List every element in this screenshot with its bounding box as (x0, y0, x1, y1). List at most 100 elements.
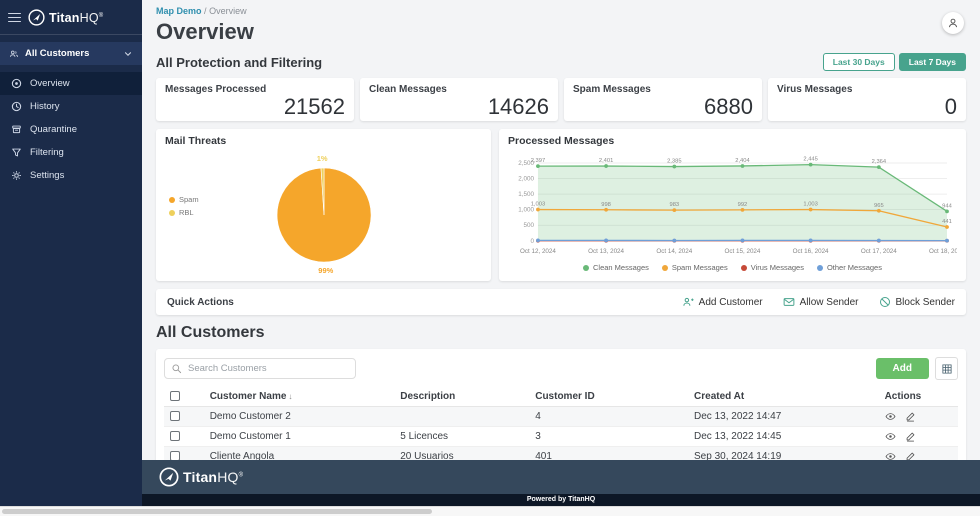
svg-text:965: 965 (874, 203, 884, 209)
hamburger-menu-icon[interactable] (8, 10, 21, 24)
svg-text:Oct 17, 2024: Oct 17, 2024 (861, 248, 897, 255)
customers-section-title: All Customers (156, 324, 966, 342)
processed-messages-card: Processed Messages 05001,0001,5002,0002,… (499, 129, 966, 281)
description-cell: 20 Usuarios (394, 447, 529, 460)
sidebar-divider (0, 34, 142, 35)
column-header-customer-id[interactable]: Customer ID (529, 387, 688, 407)
sidebar-item-filtering[interactable]: Filtering (0, 141, 142, 164)
edit-row-button[interactable] (905, 451, 916, 460)
quick-actions-bar: Quick Actions Add CustomerAllow SenderBl… (156, 289, 966, 315)
table-row[interactable]: Demo Customer 24Dec 13, 2022 14:47 (164, 407, 958, 427)
quick-action-label: Add Customer (699, 297, 763, 308)
quick-action-label: Block Sender (896, 297, 955, 308)
sidebar-item-settings[interactable]: Settings (0, 164, 142, 187)
date-range-buttons: Last 30 DaysLast 7 Days (823, 53, 966, 71)
select-all-checkbox[interactable] (170, 391, 180, 401)
view-row-button[interactable] (885, 451, 896, 460)
edit-row-button[interactable] (905, 431, 916, 442)
powered-by-bar: Powered by TitanHQ (142, 494, 980, 506)
search-customers-input[interactable] (164, 358, 356, 379)
horizontal-scrollbar[interactable] (0, 506, 980, 516)
table-row[interactable]: Cliente Angola20 Usuarios401Sep 30, 2024… (164, 447, 958, 460)
stats-row: Messages Processed21562Clean Messages146… (156, 78, 966, 121)
sidebar-item-overview[interactable]: Overview (0, 72, 142, 95)
svg-text:Oct 12, 2024: Oct 12, 2024 (520, 248, 556, 255)
customer-name-cell: Cliente Angola (204, 447, 395, 460)
svg-text:992: 992 (738, 202, 748, 208)
pie-legend-item-rbl: RBL (169, 208, 199, 217)
line-legend-item-spam-messages: Spam Messages (662, 263, 728, 273)
view-row-button[interactable] (885, 411, 896, 422)
svg-text:998: 998 (601, 202, 611, 208)
customer-name-cell: Demo Customer 2 (204, 407, 395, 427)
sidebar-item-history[interactable]: History (0, 95, 142, 118)
user-avatar[interactable] (942, 12, 964, 34)
pie-legend-item-spam: Spam (169, 195, 199, 204)
stat-card-messages-processed: Messages Processed21562 (156, 78, 354, 121)
row-actions (885, 411, 952, 422)
quick-action-block-sender[interactable]: Block Sender (879, 296, 955, 308)
customers-dropdown[interactable]: All Customers (0, 42, 142, 65)
page-content: Map Demo / Overview Overview All Protect… (142, 0, 980, 460)
footer-titanhq-logo: TitanHQ® (159, 467, 243, 487)
row-checkbox[interactable] (170, 431, 180, 441)
column-header-actions[interactable]: Actions (879, 387, 958, 407)
grid-view-button[interactable] (935, 357, 958, 380)
row-checkbox[interactable] (170, 451, 180, 460)
sidebar-item-label: Overview (30, 78, 70, 89)
sidebar-item-quarantine[interactable]: Quarantine (0, 118, 142, 141)
customer-id-cell: 4 (529, 407, 688, 427)
row-checkbox[interactable] (170, 411, 180, 421)
search-icon (171, 363, 182, 374)
stat-value: 14626 (369, 95, 549, 118)
svg-text:500: 500 (523, 222, 534, 229)
range-button-last-30-days[interactable]: Last 30 Days (823, 53, 895, 71)
add-customer-button[interactable]: Add (876, 358, 929, 379)
column-header-description[interactable]: Description (394, 387, 529, 407)
created-at-cell: Sep 30, 2024 14:19 (688, 447, 879, 460)
quick-action-allow-sender[interactable]: Allow Sender (783, 296, 859, 308)
line-chart: 05001,0001,5002,0002,5002,3972,4012,3852… (508, 149, 957, 263)
envelope-icon (783, 296, 795, 308)
svg-text:944: 944 (942, 203, 952, 209)
svg-text:Oct 18, 2024: Oct 18, 2024 (929, 248, 957, 255)
stat-value: 6880 (573, 95, 753, 118)
svg-text:Oct 14, 2024: Oct 14, 2024 (656, 248, 692, 255)
breadcrumb-separator: / (204, 6, 207, 16)
svg-text:2,404: 2,404 (735, 158, 750, 164)
svg-text:0: 0 (530, 238, 534, 245)
svg-text:2,364: 2,364 (872, 159, 887, 165)
column-header-created-at[interactable]: Created At (688, 387, 879, 407)
column-header-customer-name[interactable]: Customer Name↓ (204, 387, 395, 407)
line-chart-legend: Clean MessagesSpam MessagesVirus Message… (508, 263, 957, 273)
sidebar-item-label: Settings (30, 170, 64, 181)
view-row-button[interactable] (885, 431, 896, 442)
table-row[interactable]: Demo Customer 15 Licences3Dec 13, 2022 1… (164, 427, 958, 447)
range-button-last-7-days[interactable]: Last 7 Days (899, 53, 966, 71)
breadcrumb-parent-link[interactable]: Map Demo (156, 6, 202, 16)
scrollbar-thumb[interactable] (2, 509, 432, 514)
chevron-down-icon (123, 49, 133, 59)
sidebar: TitanHQ® All Customers OverviewHistoryQu… (0, 0, 142, 506)
customers-dropdown-label: All Customers (25, 48, 117, 59)
pie-chart-title: Mail Threats (165, 135, 482, 149)
protection-section-title: All Protection and Filtering (156, 55, 322, 70)
quick-action-add-customer[interactable]: Add Customer (682, 296, 763, 308)
svg-text:1%: 1% (316, 154, 327, 163)
edit-row-button[interactable] (905, 411, 916, 422)
clock-icon (11, 101, 22, 112)
line-legend-item-clean-messages: Clean Messages (583, 263, 649, 273)
svg-text:Oct 15, 2024: Oct 15, 2024 (725, 248, 761, 255)
svg-text:1,003: 1,003 (531, 202, 545, 208)
svg-text:Oct 13, 2024: Oct 13, 2024 (588, 248, 624, 255)
line-chart-title: Processed Messages (508, 135, 957, 149)
customer-id-cell: 3 (529, 427, 688, 447)
grid-icon (941, 363, 953, 375)
svg-text:99%: 99% (318, 266, 333, 275)
stat-value: 0 (777, 95, 957, 118)
sort-descending-icon: ↓ (288, 392, 292, 401)
search-box (164, 358, 356, 379)
page-title: Overview (156, 19, 966, 45)
pie-chart: 99% 1% (165, 149, 482, 277)
customer-id-cell: 401 (529, 447, 688, 460)
